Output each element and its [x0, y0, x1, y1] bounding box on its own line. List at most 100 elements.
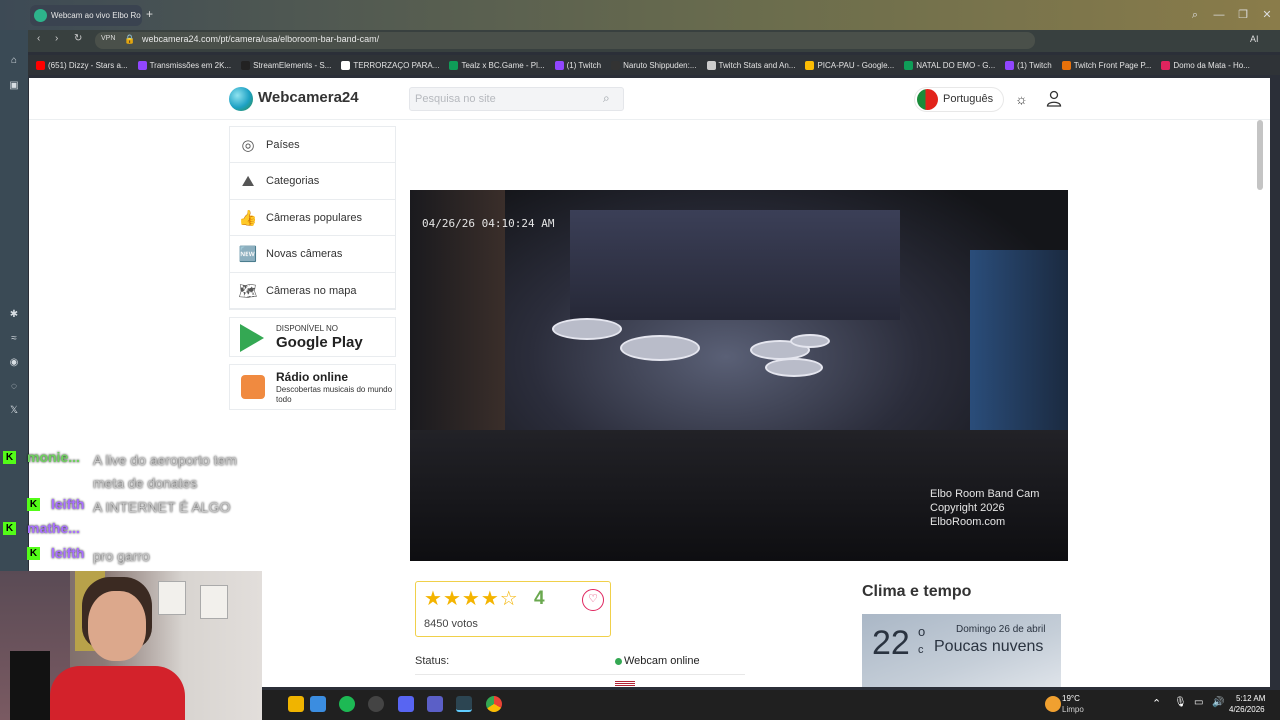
bookmark-item[interactable]: (1) Twitch — [554, 60, 601, 70]
radio-online-card[interactable]: Rádio online Descobertas musicais do mun… — [229, 364, 396, 410]
bookmark-item[interactable]: Tealz x BC.Game - Pl... — [449, 60, 545, 70]
search-tabs-icon[interactable]: ⌕ — [1188, 8, 1202, 22]
sidebar-app-icon[interactable]: ✱ — [7, 309, 21, 323]
clock-time[interactable]: 5:12 AM — [1236, 694, 1265, 703]
close-window-icon[interactable]: ✕ — [1260, 8, 1274, 22]
reload-icon[interactable]: ↻ — [74, 33, 82, 44]
webcam-video[interactable]: 04/26/26 04:10:24 AM Elbo Room Band Cam … — [410, 190, 1068, 561]
browser-taskbar-icon[interactable] — [456, 696, 472, 712]
volume-icon[interactable]: 🔊 — [1212, 697, 1224, 708]
bookmark-favicon-icon — [706, 60, 716, 70]
radio-title: Rádio online — [276, 370, 348, 384]
forward-icon[interactable]: › — [55, 33, 58, 44]
home-icon[interactable]: ⌂ — [7, 55, 21, 69]
search-icon[interactable]: ⌕ — [603, 91, 610, 106]
chat-username: leifth — [51, 496, 85, 512]
rating-value: 4 — [534, 588, 545, 609]
wall-frame — [158, 581, 186, 615]
site-logo[interactable]: Webcamera24 — [258, 89, 359, 106]
star-filled-icon[interactable]: ★ — [443, 588, 462, 610]
discord-icon[interactable] — [398, 696, 414, 712]
language-label[interactable]: Português — [943, 93, 993, 105]
votes-count: 8450 votos — [424, 618, 478, 630]
menu-item-thumbs-up[interactable]: 👍 Câmeras populares — [230, 200, 395, 237]
user-icon[interactable] — [1046, 90, 1062, 107]
bookmark-favicon-icon — [137, 60, 147, 70]
logo-globe-icon[interactable] — [229, 87, 253, 111]
weather-temp: 22 — [872, 624, 910, 662]
google-play-badge[interactable]: DISPONÍVEL NO Google Play — [229, 317, 396, 357]
online-dot-icon — [615, 658, 622, 665]
streamer-webcam — [0, 571, 262, 720]
landscape-icon: ⛰ — [241, 172, 255, 190]
spotify-icon[interactable] — [339, 696, 355, 712]
kick-badge-icon: K — [3, 522, 16, 535]
x-icon[interactable]: 𝕏 — [7, 405, 21, 419]
weather-title: Clima e tempo — [862, 583, 972, 600]
menu-item-new-badge[interactable]: 🆕 Novas câmeras — [230, 237, 395, 273]
sun-icon[interactable]: ☼ — [1015, 91, 1028, 107]
bookmark-favicon-icon — [1061, 60, 1071, 70]
status-label: Status: — [415, 655, 450, 667]
page-scrollbar[interactable] — [1257, 120, 1263, 190]
chrome-icon[interactable] — [486, 696, 502, 712]
ai-button[interactable]: AI — [1250, 34, 1259, 44]
bookmark-item[interactable]: StreamElements - S... — [241, 60, 332, 70]
weather-widget: 22 o c Domingo 26 de abril Poucas nuvens — [862, 614, 1061, 687]
tray-weather-temp[interactable]: 19°C — [1062, 694, 1080, 703]
video-table — [552, 318, 622, 340]
star-filled-icon[interactable]: ★ — [424, 588, 443, 610]
rating-stars[interactable]: ★★★★☆ — [424, 586, 519, 611]
bookmark-item[interactable]: Naruto Shippuden:... — [611, 60, 697, 70]
menu-item-label: Câmeras populares — [266, 211, 362, 224]
outlook-icon[interactable] — [310, 696, 326, 712]
url-text[interactable]: webcamera24.com/pt/camera/usa/elboroom-b… — [142, 34, 379, 44]
clock-date[interactable]: 4/26/2026 — [1229, 705, 1265, 714]
windows-taskbar: ⌃ 🎙 ▭ 🔊 — [262, 690, 1280, 720]
whatsapp-icon[interactable]: ◌ — [7, 381, 21, 395]
bookmark-label: StreamElements - S... — [253, 60, 332, 70]
menu-item-globe[interactable]: ◎ Países — [230, 127, 395, 163]
file-explorer-icon[interactable] — [288, 696, 304, 712]
microphone-tray-icon[interactable]: 🎙 — [1174, 697, 1187, 708]
menu-item-label: Câmeras no mapa — [266, 284, 357, 297]
weather-degree: o — [918, 624, 926, 639]
bookmark-item[interactable]: Transmissões em 2K... — [137, 60, 231, 70]
chat-username: mathe... — [27, 520, 80, 536]
bookmark-item[interactable]: Twitch Stats and An... — [706, 60, 795, 70]
bookmark-item[interactable]: Twitch Front Page P... — [1061, 60, 1152, 70]
new-tab-icon[interactable]: + — [146, 7, 153, 21]
bookmark-label: Domo da Mata - Ho... — [1173, 60, 1250, 70]
network-icon[interactable]: ▭ — [1194, 697, 1203, 708]
browser-tab[interactable]: Webcam ao vivo Elbo Ro — [30, 5, 142, 26]
vpn-badge[interactable]: VPN — [101, 35, 115, 42]
bookmark-item[interactable]: (1) Twitch — [1005, 60, 1052, 70]
bookmark-item[interactable]: (651) Dizzy - Stars a... — [36, 60, 128, 70]
tabs-icon[interactable]: ▣ — [7, 80, 21, 94]
bookmark-label: Twitch Front Page P... — [1073, 60, 1152, 70]
favorite-heart-icon[interactable]: ♡ — [582, 589, 604, 611]
bookmark-favicon-icon — [341, 60, 351, 70]
menu-item-map[interactable]: 🗺 Câmeras no mapa — [230, 273, 395, 310]
weather-tray-icon[interactable] — [1045, 696, 1061, 712]
tray-weather-desc[interactable]: Limpo — [1062, 705, 1084, 714]
tab-favicon-icon — [34, 9, 47, 22]
bookmark-item[interactable]: Domo da Mata - Ho... — [1161, 60, 1250, 70]
tray-chevron-icon[interactable]: ⌃ — [1152, 697, 1161, 710]
chat-bubble-icon[interactable]: ◉ — [7, 357, 21, 371]
teams-icon[interactable] — [427, 696, 443, 712]
bookmark-item[interactable]: PICA-PAU - Google... — [805, 60, 894, 70]
star-filled-icon[interactable]: ★ — [481, 588, 500, 610]
bookmark-item[interactable]: NATAL DO EMO - G... — [904, 60, 995, 70]
bookmark-item[interactable]: TERRORZAÇO PARA... — [341, 60, 439, 70]
restore-icon[interactable]: ❐ — [1236, 8, 1250, 22]
back-icon[interactable]: ‹ — [37, 33, 40, 44]
bookmark-favicon-icon — [904, 60, 914, 70]
star-filled-icon[interactable]: ★ — [462, 588, 481, 610]
minimize-icon[interactable]: — — [1212, 8, 1226, 22]
menu-item-landscape[interactable]: ⛰ Categorias — [230, 164, 395, 200]
lock-icon[interactable]: 🔒 — [124, 34, 135, 45]
messenger-icon[interactable]: ≈ — [7, 333, 21, 347]
app-icon[interactable] — [368, 696, 384, 712]
star-empty-icon[interactable]: ☆ — [500, 588, 519, 610]
